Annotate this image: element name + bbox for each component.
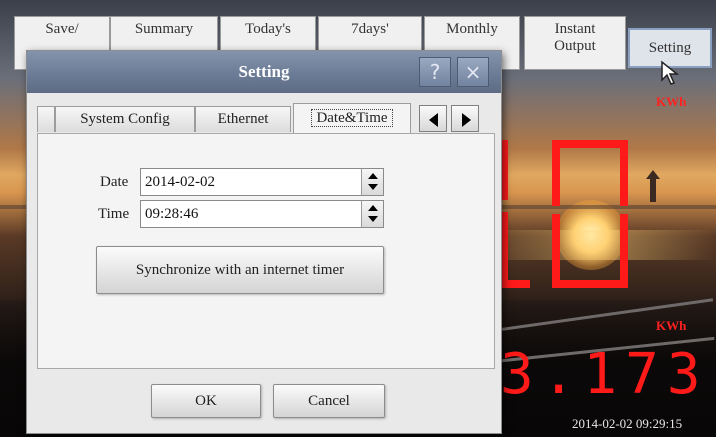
- tab-date-time-label: Date&Time: [311, 109, 393, 127]
- unit-label-top: KWh: [656, 94, 687, 109]
- tab-system-config[interactable]: System Config: [55, 106, 195, 132]
- tab-setting-label: Setting: [648, 40, 692, 56]
- dialog-tabs: System Config Ethernet Date&Time: [37, 103, 497, 133]
- spin-down-icon[interactable]: [368, 184, 378, 190]
- date-value: 2014-02-02: [145, 174, 215, 190]
- tab-partial-hidden[interactable]: [37, 106, 55, 132]
- sync-internet-time-button[interactable]: Synchronize with an internet timer: [96, 246, 384, 294]
- tab-7days-label: 7days': [351, 21, 389, 37]
- digit-seg: [620, 214, 628, 282]
- unit-label-bottom: KWh: [656, 318, 687, 333]
- tab-instant-output[interactable]: Instant Output: [524, 16, 626, 70]
- arrow-right-icon: [462, 113, 471, 127]
- date-time-panel: Date 2014-02-02 Time 09:28:46 Synchroniz…: [37, 133, 495, 369]
- time-label: Time: [98, 206, 130, 222]
- date-field[interactable]: 2014-02-02: [140, 168, 384, 196]
- digit-seg: [620, 140, 628, 206]
- tab-scroll-right-button[interactable]: [451, 105, 479, 132]
- tab-todays-label: Today's: [245, 21, 291, 37]
- tab-date-time[interactable]: Date&Time: [293, 103, 411, 133]
- spin-up-icon[interactable]: [368, 173, 378, 179]
- digit-seg: [500, 280, 530, 288]
- digit-seg: [552, 140, 622, 148]
- tab-system-config-label: System Config: [80, 111, 170, 127]
- help-icon[interactable]: ?: [419, 57, 451, 87]
- setting-dialog: Setting ? × System Config Ethernet Date&…: [26, 50, 502, 434]
- small-value-display: 3.173: [500, 342, 709, 407]
- tab-summary-label: Summary: [134, 21, 194, 37]
- spin-down-icon[interactable]: [368, 216, 378, 222]
- tab-scroll-left-button[interactable]: [419, 105, 447, 132]
- date-spinner[interactable]: [361, 169, 383, 195]
- digit-seg: [552, 214, 560, 282]
- time-spinner[interactable]: [361, 201, 383, 227]
- mouse-cursor-icon: [661, 60, 680, 85]
- distant-tower: [646, 170, 660, 202]
- close-icon[interactable]: ×: [457, 57, 489, 87]
- date-label: Date: [100, 174, 129, 190]
- tab-save-label: Save/: [45, 21, 79, 37]
- time-field[interactable]: 09:28:46: [140, 200, 384, 228]
- tab-ethernet-label: Ethernet: [217, 111, 269, 127]
- tab-instant-output-label: Instant Output: [554, 21, 596, 54]
- tab-monthly-label: Monthly: [446, 21, 498, 37]
- digit-seg: [552, 140, 560, 206]
- spin-up-icon[interactable]: [368, 205, 378, 211]
- dialog-titlebar[interactable]: Setting ? ×: [27, 51, 501, 93]
- current-datetime: 2014-02-02 09:29:15: [572, 416, 683, 431]
- arrow-left-icon: [429, 113, 438, 127]
- time-value: 09:28:46: [145, 206, 199, 222]
- ok-button[interactable]: OK: [151, 384, 261, 418]
- tab-ethernet[interactable]: Ethernet: [195, 106, 291, 132]
- digit-seg: [552, 280, 628, 288]
- cancel-button[interactable]: Cancel: [273, 384, 385, 418]
